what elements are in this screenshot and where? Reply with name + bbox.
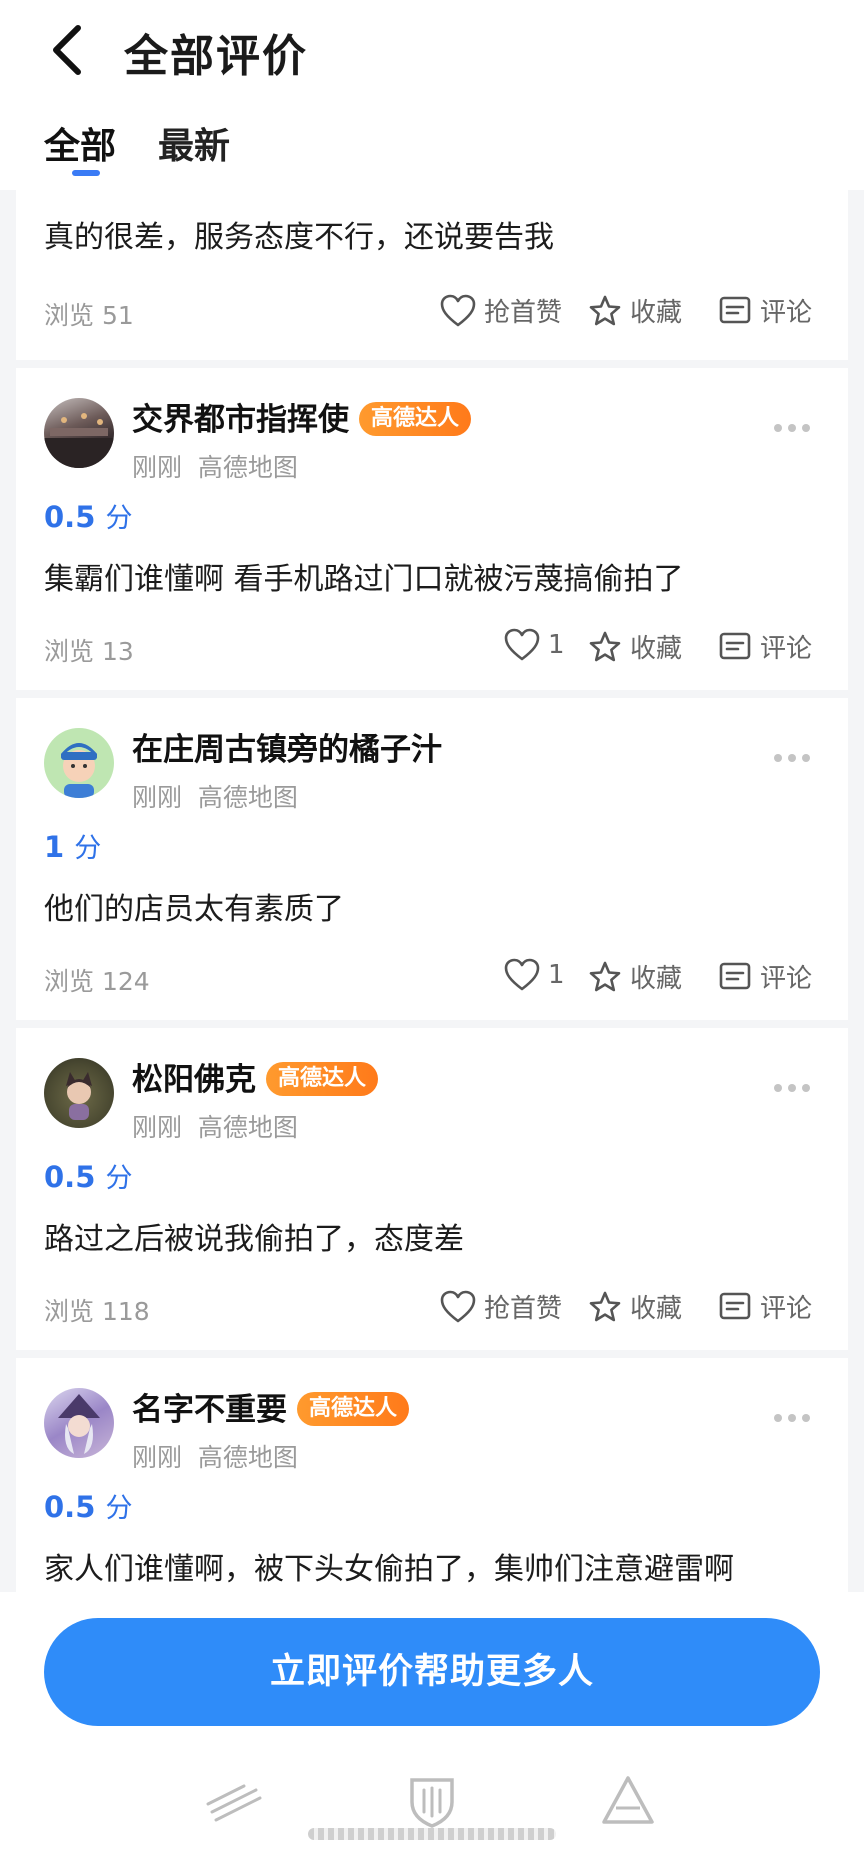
comment-icon — [719, 962, 751, 989]
view-count: 浏览 124 — [44, 967, 150, 996]
write-review-button[interactable]: 立即评价帮助更多人 — [44, 1618, 820, 1726]
page-title: 全部评价 — [124, 31, 308, 82]
tab-all[interactable]: 全部 — [44, 117, 116, 169]
bottom-bar: 立即评价帮助更多人 — [0, 1592, 864, 1852]
heart-icon — [440, 294, 476, 326]
user-name[interactable]: 名字不重要 高德达人 — [132, 1384, 410, 1429]
rating-score: 0.5 分 — [44, 500, 133, 534]
shield-nav-icon[interactable] — [402, 1772, 462, 1828]
collect-label: 收藏 — [630, 634, 683, 664]
like-count: 1 — [548, 960, 565, 990]
more-options-icon[interactable] — [772, 1412, 812, 1424]
avatar[interactable] — [44, 728, 114, 798]
home-indicator[interactable] — [308, 1828, 556, 1840]
review-card: 松阳佛克 高德达人 刚刚 高德地图 0.5 分 路过之后被说我偷拍了，态度差 浏览… — [16, 1028, 848, 1350]
review-card: 名字不重要 高德达人 刚刚 高德地图 0.5 分 家人们谁懂啊，被下头女偷拍了，集… — [16, 1358, 848, 1598]
collect-label: 收藏 — [630, 1294, 683, 1324]
user-name[interactable]: 交界都市指挥使 高德达人 — [132, 394, 472, 439]
review-card: 真的很差，服务态度不行，还说要告我 浏览 51 抢首赞 收藏 评论 — [16, 160, 848, 360]
like-count: 1 — [548, 630, 565, 660]
review-card: 交界都市指挥使 高德达人 刚刚 高德地图 0.5 分 集霸们谁懂啊 看手机路过门口… — [16, 368, 848, 690]
like-label: 抢首赞 — [484, 1294, 563, 1324]
view-count: 浏览 118 — [44, 1297, 150, 1326]
comment-icon — [719, 1292, 751, 1319]
header: 全部评价 全部 最新 — [0, 0, 864, 190]
comment-icon — [719, 632, 751, 659]
collect-button[interactable]: 收藏 — [588, 628, 682, 665]
star-icon — [589, 1291, 621, 1321]
triangle-nav-icon[interactable] — [598, 1772, 658, 1828]
rating-score: 0.5 分 — [44, 1490, 133, 1524]
avatar[interactable] — [44, 1058, 114, 1128]
heart-icon — [440, 1290, 476, 1322]
comment-label: 评论 — [760, 634, 813, 664]
tab-latest[interactable]: 最新 — [158, 117, 230, 169]
expert-badge: 高德达人 — [359, 401, 472, 436]
like-label: 抢首赞 — [484, 298, 563, 328]
review-text: 家人们谁懂啊，被下头女偷拍了，集帅们注意避雷啊 — [44, 1552, 734, 1587]
heart-icon — [504, 958, 540, 991]
review-text: 集霸们谁懂啊 看手机路过门口就被污蔑搞偷拍了 — [44, 562, 684, 597]
tab-active-indicator — [72, 170, 100, 176]
avatar[interactable] — [44, 1388, 114, 1458]
comment-label: 评论 — [760, 298, 813, 328]
like-button[interactable]: 1 — [504, 958, 565, 992]
comment-label: 评论 — [760, 1294, 813, 1324]
comment-button[interactable]: 评论 — [718, 958, 812, 995]
like-button[interactable]: 抢首赞 — [440, 1288, 562, 1325]
more-options-icon[interactable] — [772, 752, 812, 764]
comment-button[interactable]: 评论 — [718, 292, 812, 329]
star-icon — [589, 961, 621, 991]
collect-button[interactable]: 收藏 — [588, 292, 682, 329]
expert-badge: 高德达人 — [266, 1061, 379, 1096]
user-name[interactable]: 松阳佛克 高德达人 — [132, 1054, 379, 1099]
view-count: 浏览 51 — [44, 301, 134, 330]
review-text: 路过之后被说我偷拍了，态度差 — [44, 1222, 464, 1257]
comment-label: 评论 — [760, 964, 813, 994]
expert-badge: 高德达人 — [297, 1391, 410, 1426]
more-options-icon[interactable] — [772, 1082, 812, 1094]
review-meta: 刚刚 高德地图 — [132, 1113, 298, 1142]
back-arrow-icon[interactable] — [44, 20, 94, 80]
collect-button[interactable]: 收藏 — [588, 958, 682, 995]
collect-label: 收藏 — [630, 964, 683, 994]
review-text: 真的很差，服务态度不行，还说要告我 — [44, 220, 554, 255]
review-card: 在庄周古镇旁的橘子汁 刚刚 高德地图 1 分 他们的店员太有素质了 浏览 124… — [16, 698, 848, 1020]
heart-icon — [504, 628, 540, 661]
collect-label: 收藏 — [630, 298, 683, 328]
review-text: 他们的店员太有素质了 — [44, 892, 344, 927]
avatar[interactable] — [44, 398, 114, 468]
review-meta: 刚刚 高德地图 — [132, 453, 298, 482]
review-meta: 刚刚 高德地图 — [132, 783, 298, 812]
like-button[interactable]: 1 — [504, 628, 565, 662]
like-button[interactable]: 抢首赞 — [440, 292, 562, 329]
comment-button[interactable]: 评论 — [718, 1288, 812, 1325]
more-options-icon[interactable] — [772, 422, 812, 434]
user-name[interactable]: 在庄周古镇旁的橘子汁 — [132, 724, 442, 769]
collect-button[interactable]: 收藏 — [588, 1288, 682, 1325]
comment-button[interactable]: 评论 — [718, 628, 812, 665]
view-count: 浏览 13 — [44, 637, 134, 666]
star-icon — [589, 631, 621, 661]
review-meta: 刚刚 高德地图 — [132, 1443, 298, 1472]
star-icon — [589, 295, 621, 325]
rating-score: 0.5 分 — [44, 1160, 133, 1194]
menu-nav-icon[interactable] — [204, 1772, 264, 1828]
comment-icon — [719, 296, 751, 323]
rating-score: 1 分 — [44, 830, 102, 864]
